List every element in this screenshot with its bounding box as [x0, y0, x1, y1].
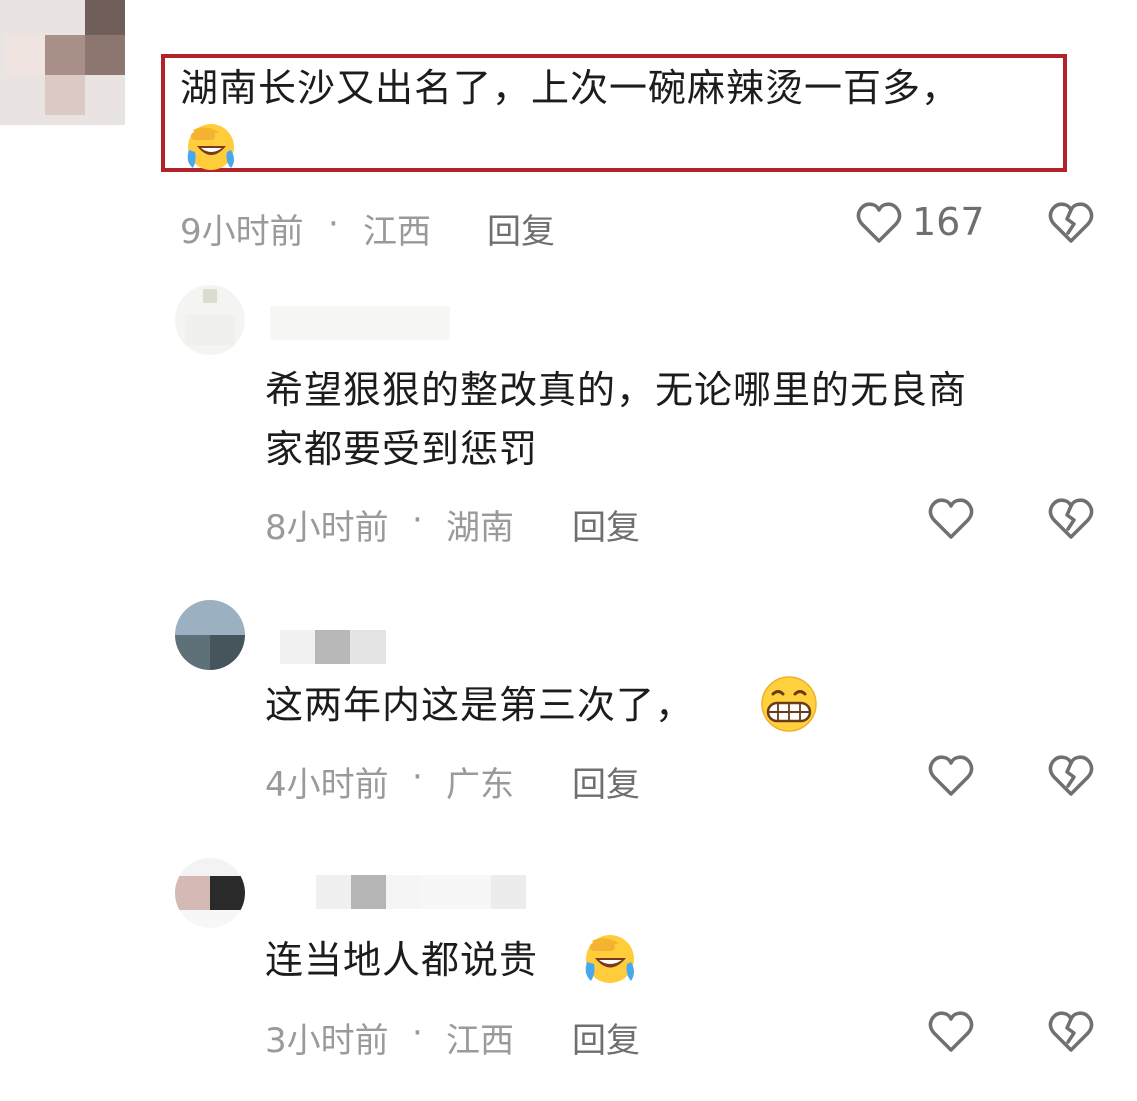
heart-icon[interactable] [927, 495, 975, 541]
comment-location: 江西 [363, 212, 431, 252]
reply-button[interactable]: 回复 [572, 1013, 640, 1062]
dislike-icon[interactable] [1047, 199, 1095, 245]
username-blurred [270, 306, 450, 340]
dislike-icon[interactable] [1047, 752, 1095, 798]
heart-icon[interactable] [927, 1008, 975, 1054]
avatar[interactable] [175, 858, 245, 928]
reply-button[interactable]: 回复 [572, 757, 640, 806]
comment-location: 湖南 [446, 508, 514, 548]
comment-text: 希望狠狠的整改真的，无论哪里的无良商 [265, 368, 968, 412]
comment-time: 8小时前 [265, 508, 389, 548]
grinning-emoji-icon [761, 676, 817, 732]
comment-text-line2: 家都要受到惩罚 [265, 427, 539, 471]
meta-separator: · [328, 204, 339, 244]
heart-icon[interactable] [927, 752, 975, 798]
comment-text: 这两年内这是第三次了， [265, 683, 695, 727]
facepalm-emoji-icon [187, 124, 234, 170]
meta-separator: · [412, 500, 423, 540]
reply-button[interactable]: 回复 [572, 500, 640, 549]
facepalm-emoji-icon [585, 935, 634, 983]
username-blurred [316, 875, 526, 909]
username-blurred [280, 630, 386, 664]
meta-separator: · [412, 757, 423, 797]
like-count: 167 [912, 200, 985, 244]
comment-1: 湖南长沙又出名了，上次一碗麻辣烫一百多， 9小时前 · 江西 回复 167 [0, 0, 1137, 252]
avatar[interactable] [175, 600, 245, 670]
avatar[interactable] [0, 0, 125, 125]
comment-time: 3小时前 [265, 1021, 389, 1061]
dislike-icon[interactable] [1047, 1008, 1095, 1054]
comment-location: 广东 [446, 765, 514, 805]
dislike-icon[interactable] [1047, 495, 1095, 541]
comment-location: 江西 [446, 1021, 514, 1061]
heart-icon[interactable] [855, 199, 903, 245]
meta-separator: · [412, 1013, 423, 1053]
comment-time: 4小时前 [265, 765, 389, 805]
comment-time: 9小时前 [180, 212, 304, 252]
comment-text: 连当地人都说贵 [265, 938, 539, 982]
comment-text: 湖南长沙又出名了，上次一碗麻辣烫一百多， [180, 66, 961, 110]
reply-button[interactable]: 回复 [487, 204, 555, 253]
avatar[interactable] [175, 285, 245, 355]
